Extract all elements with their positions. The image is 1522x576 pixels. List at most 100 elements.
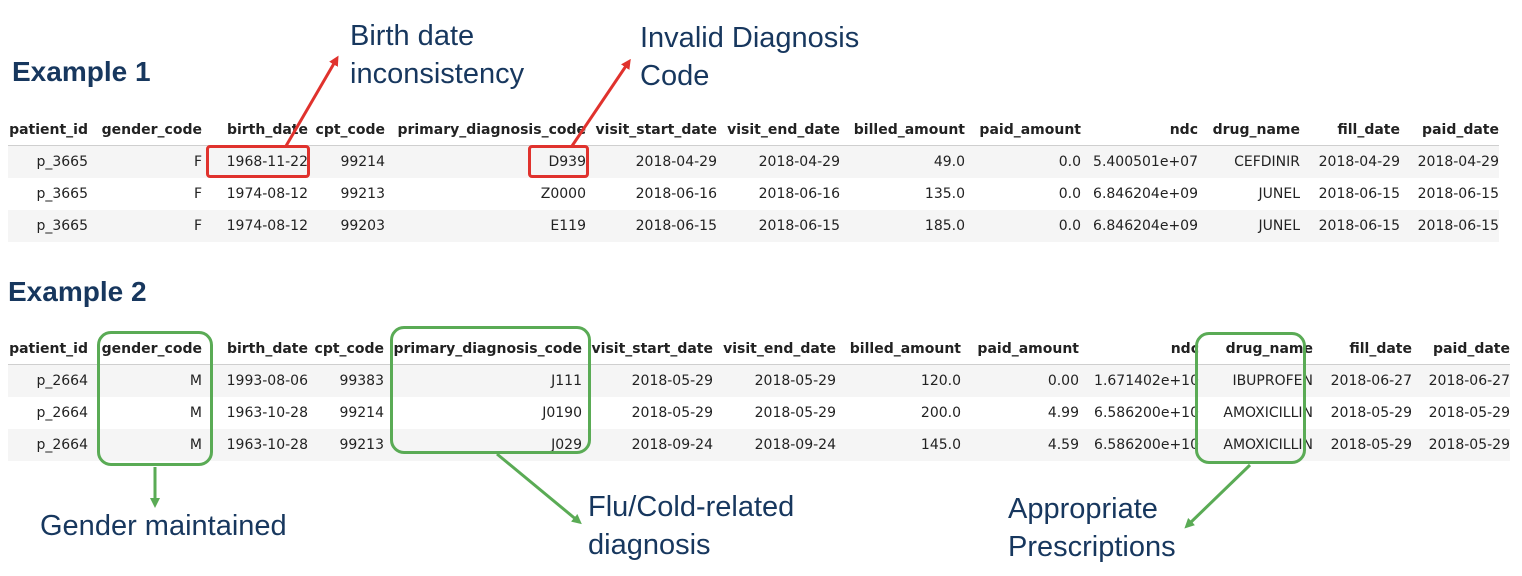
cell-paid-date: 2018-06-15 bbox=[1400, 210, 1499, 242]
annotation-line: Birth date bbox=[350, 20, 475, 52]
example-2-table: patient_id gender_code birth_date cpt_code p… bbox=[8, 333, 1510, 461]
cell-paid-date: 2018-05-29 bbox=[1412, 429, 1510, 461]
cell-drug-name: JUNEL bbox=[1198, 210, 1300, 242]
example-1-heading: Example 1 bbox=[12, 56, 151, 87]
cell-patient-id: p_2664 bbox=[8, 364, 88, 397]
column-header-paid-amount: paid_amount bbox=[965, 114, 1081, 146]
cell-ndc: 5.400501e+07 bbox=[1081, 145, 1198, 178]
cell-cpt-code: 99214 bbox=[308, 145, 385, 178]
cell-paid-amount: 0.0 bbox=[965, 210, 1081, 242]
column-header-paid-amount: paid_amount bbox=[961, 333, 1079, 365]
cell-cpt-code: 99213 bbox=[340, 186, 385, 202]
cell-visit-end-date: 2018-06-15 bbox=[717, 210, 840, 242]
cell-gender-code: M bbox=[88, 364, 202, 397]
cell-paid-amount: 0.0 bbox=[1058, 186, 1081, 202]
cell-drug-name: CEFDINIR bbox=[1198, 145, 1300, 178]
cell-ndc: 6.586200e+10 bbox=[1079, 429, 1199, 461]
column-header-cpt-code: cpt_code bbox=[308, 114, 385, 146]
cell-billed-amount: 120.0 bbox=[836, 364, 961, 397]
table-row: p_2664 M 1993-08-06 99383 J111 2018-05-29 2018… bbox=[8, 364, 1510, 397]
column-header-birth-date: birth_date bbox=[202, 114, 308, 146]
cell-ndc: 1.671402e+10 bbox=[1079, 364, 1199, 397]
cell-gender-code: M bbox=[189, 405, 202, 421]
cell-ndc: 6.846204e+09 bbox=[1093, 186, 1198, 202]
cell-paid-date: 2018-06-15 bbox=[1417, 186, 1499, 202]
cell-fill-date: 2018-06-15 bbox=[1318, 186, 1400, 202]
cell-billed-amount: 185.0 bbox=[840, 210, 965, 242]
annotation-line: Appropriate bbox=[1008, 493, 1158, 525]
flu-arrow bbox=[496, 452, 582, 525]
column-header-ndc: ndc bbox=[1081, 114, 1198, 146]
column-header-visit-start-date: visit_start_date bbox=[582, 333, 713, 365]
cell-visit-start-date: 2018-05-29 bbox=[631, 405, 713, 421]
cell-birth-date: 1974-08-12 bbox=[226, 186, 308, 202]
cell-primary-diagnosis-code: Z0000 bbox=[540, 186, 586, 202]
column-header-patient-id: patient_id bbox=[8, 114, 88, 146]
cell-birth-date: 1963-10-28 bbox=[202, 429, 308, 461]
header-row: patient_id gender_code birth_date cpt_code p… bbox=[8, 333, 1510, 365]
column-header-patient-id: patient_id bbox=[8, 333, 88, 365]
prescriptions-annotation: Appropriate Prescriptions bbox=[1008, 490, 1176, 566]
cell-primary-diagnosis-code: D939 bbox=[385, 145, 586, 178]
column-header-birth-date: birth_date bbox=[202, 333, 308, 365]
cell-paid-amount: 4.99 bbox=[1047, 405, 1079, 421]
cell-birth-date: 1993-08-06 bbox=[202, 364, 308, 397]
table-row: p_2664 M 1963-10-28 99213 J029 2018-09-24 2018… bbox=[8, 429, 1510, 461]
cell-billed-amount: 49.0 bbox=[840, 145, 965, 178]
column-header-gender-code: gender_code bbox=[88, 333, 202, 365]
column-header-fill-date: fill_date bbox=[1300, 114, 1400, 146]
column-header-paid-date: paid_date bbox=[1412, 333, 1510, 365]
annotation-line: Flu/Cold-related bbox=[588, 491, 795, 523]
cell-patient-id: p_3665 bbox=[8, 145, 88, 178]
table-row: p_3665 F 1974-08-12 99203 E119 2018-06-15 2018… bbox=[8, 210, 1499, 242]
cell-paid-amount: 0.0 bbox=[965, 145, 1081, 178]
table-row: p_3665 F 1968-11-22 99214 D939 2018-04-29 2018… bbox=[8, 145, 1499, 178]
column-header-billed-amount: billed_amount bbox=[840, 114, 965, 146]
cell-paid-date: 2018-04-29 bbox=[1400, 145, 1499, 178]
invalid-diagnosis-annotation: Invalid Diagnosis Code bbox=[640, 19, 859, 95]
flu-annotation: Flu/Cold-related diagnosis bbox=[588, 488, 794, 564]
cell-cpt-code: 99214 bbox=[339, 405, 384, 421]
cell-visit-start-date: 2018-06-15 bbox=[586, 210, 717, 242]
cell-drug-name: IBUPROFEN bbox=[1199, 364, 1313, 397]
cell-visit-end-date: 2018-04-29 bbox=[717, 145, 840, 178]
column-header-visit-start-date: visit_start_date bbox=[586, 114, 717, 146]
cell-primary-diagnosis-code: J111 bbox=[384, 364, 582, 397]
gender-annotation: Gender maintained bbox=[40, 507, 287, 545]
annotation-line: inconsistency bbox=[350, 58, 525, 90]
cell-fill-date: 2018-04-29 bbox=[1300, 145, 1400, 178]
cell-fill-date: 2018-05-29 bbox=[1313, 429, 1412, 461]
column-header-drug-name: drug_name bbox=[1198, 114, 1300, 146]
cell-gender-code: F bbox=[193, 186, 202, 202]
cell-gender-code: F bbox=[88, 210, 202, 242]
cell-cpt-code: 99203 bbox=[308, 210, 385, 242]
column-header-paid-date: paid_date bbox=[1400, 114, 1499, 146]
cell-cpt-code: 99383 bbox=[308, 364, 384, 397]
cell-billed-amount: 135.0 bbox=[924, 186, 965, 202]
cell-gender-code: F bbox=[88, 145, 202, 178]
cell-visit-start-date: 2018-04-29 bbox=[586, 145, 717, 178]
birth-date-annotation: Birth date inconsistency bbox=[350, 17, 524, 93]
table-row: p_3665 F 1974-08-12 99213 Z0000 2018-06-16 201… bbox=[8, 178, 1499, 210]
annotation-line: Code bbox=[640, 60, 710, 92]
cell-gender-code: M bbox=[88, 429, 202, 461]
cell-fill-date: 2018-06-27 bbox=[1313, 364, 1412, 397]
column-header-primary-diagnosis-code: primary_diagnosis_code bbox=[385, 114, 586, 146]
cell-visit-start-date: 2018-06-16 bbox=[635, 186, 717, 202]
annotation-line: diagnosis bbox=[588, 529, 711, 561]
column-header-fill-date: fill_date bbox=[1313, 333, 1412, 365]
cell-primary-diagnosis-code: J0190 bbox=[542, 405, 582, 421]
cell-drug-name: JUNEL bbox=[1258, 186, 1301, 202]
column-header-primary-diagnosis-code: primary_diagnosis_code bbox=[384, 333, 582, 365]
cell-birth-date: 1974-08-12 bbox=[202, 210, 308, 242]
column-header-drug-name: drug_name bbox=[1199, 333, 1313, 365]
cell-paid-date: 2018-06-27 bbox=[1412, 364, 1510, 397]
cell-primary-diagnosis-code: E119 bbox=[385, 210, 586, 242]
column-header-cpt-code: cpt_code bbox=[308, 333, 384, 365]
cell-primary-diagnosis-code: J029 bbox=[384, 429, 582, 461]
column-header-ndc: ndc bbox=[1079, 333, 1199, 365]
example-2-heading: Example 2 bbox=[8, 276, 147, 307]
cell-fill-date: 2018-06-15 bbox=[1300, 210, 1400, 242]
cell-drug-name: AMOXICILLIN bbox=[1223, 405, 1313, 421]
cell-ndc: 6.846204e+09 bbox=[1081, 210, 1198, 242]
